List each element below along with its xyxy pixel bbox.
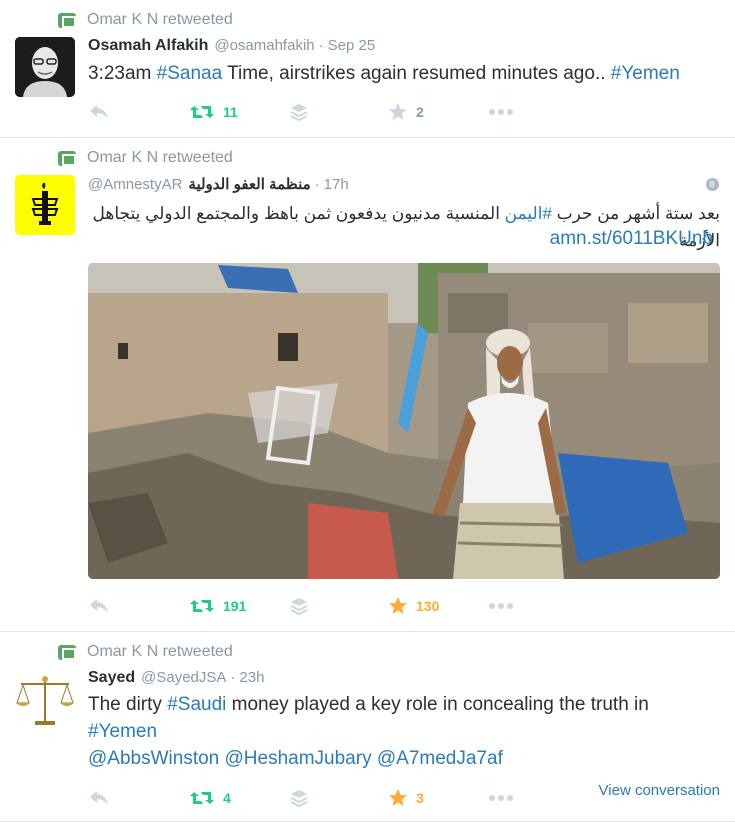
buffer-button[interactable]: [289, 595, 309, 617]
tweet-actions: 11 2: [88, 101, 528, 123]
tweet-photo[interactable]: [88, 263, 720, 579]
tweet-1[interactable]: Omar K N retweeted Osamah Alfakih @osama…: [0, 0, 735, 138]
more-button[interactable]: [488, 787, 514, 809]
username[interactable]: @SayedJSA: [141, 669, 226, 686]
more-button[interactable]: [488, 595, 514, 617]
fullname[interactable]: منظمة العفو الدولية: [188, 175, 310, 193]
tweet-text-line-2: #Yemen: [88, 718, 728, 745]
retweet-button[interactable]: 4: [189, 787, 231, 809]
timestamp[interactable]: 17h: [324, 176, 349, 193]
reply-icon: [90, 599, 108, 613]
amnesty-candle-logo: [15, 175, 75, 235]
favorite-count: 130: [416, 598, 440, 614]
hashtag-sanaa[interactable]: #Sanaa: [157, 63, 223, 84]
tweet-text-line-1: The dirty #Saudi money played a key role…: [88, 691, 728, 718]
retweet-context-icon: [58, 150, 76, 166]
favorite-count: 3: [416, 790, 424, 806]
retweeted-by-label[interactable]: Omar K N retweeted: [87, 149, 233, 167]
tweet-header: @AmnestyAR منظمة العفو الدولية · 17h: [88, 175, 349, 197]
more-icon: [489, 109, 513, 115]
retweet-context: Omar K N retweeted: [58, 10, 233, 30]
favorite-count: 2: [416, 104, 424, 120]
tweet-2[interactable]: Omar K N retweeted @AmnestyAR منظمة العف…: [0, 138, 735, 632]
buffer-button[interactable]: [289, 101, 309, 123]
fullname[interactable]: Osamah Alfakih: [88, 37, 208, 55]
more-icon: [489, 795, 513, 801]
retweet-count: 191: [223, 598, 247, 614]
avatar[interactable]: [15, 669, 75, 729]
tweet-text-part: money played a key role in concealing th…: [226, 694, 649, 715]
retweet-context-icon: [58, 12, 76, 28]
mention-a7medja7af[interactable]: @A7medJa7af: [377, 748, 503, 769]
tweet-actions: 191 130: [88, 595, 528, 617]
more-icon: [489, 603, 513, 609]
retweet-count: 4: [223, 790, 231, 806]
scales-of-justice-icon: [15, 669, 75, 729]
buffer-icon: [290, 790, 308, 808]
username[interactable]: @AmnestyAR: [88, 176, 182, 193]
hashtag-yemen[interactable]: #Yemen: [88, 721, 157, 742]
retweet-context-icon: [58, 644, 76, 660]
mention-heshamjubary[interactable]: @HeshamJubary: [225, 748, 372, 769]
star-icon: [389, 103, 407, 120]
tweet-text: The dirty #Saudi money played a key role…: [88, 691, 728, 772]
reply-icon: [90, 105, 108, 119]
timestamp[interactable]: Sep 25: [328, 37, 376, 54]
more-button[interactable]: [488, 101, 514, 123]
tweet-text-part: The dirty: [88, 694, 168, 715]
hashtag-yemen-arabic[interactable]: #اليمن: [505, 204, 552, 223]
separator: ·: [230, 669, 236, 686]
tweet-header: Sayed @SayedJSA · 23h: [88, 669, 264, 691]
star-icon: [389, 597, 407, 614]
favorite-button[interactable]: 2: [388, 101, 424, 123]
view-conversation-link[interactable]: View conversation: [599, 782, 720, 799]
buffer-icon: [290, 598, 308, 616]
separator: ·: [318, 37, 324, 54]
tweet-text-part: بعد ستة أشهر من حرب: [551, 204, 720, 223]
globe-icon[interactable]: [706, 178, 719, 191]
reply-icon: [90, 791, 108, 805]
divider: [0, 821, 735, 822]
timestamp[interactable]: 23h: [239, 669, 264, 686]
buffer-icon: [290, 104, 308, 122]
tweet-link[interactable]: amn.st/6011BKUnb: [550, 228, 713, 249]
buffer-button[interactable]: [289, 787, 309, 809]
retweeted-by-label[interactable]: Omar K N retweeted: [87, 643, 233, 661]
favorite-button[interactable]: 130: [388, 595, 439, 617]
tweet-header: Osamah Alfakih @osamahfakih · Sep 25: [88, 37, 375, 59]
retweet-count: 11: [223, 104, 238, 120]
favorite-button[interactable]: 3: [388, 787, 424, 809]
tweet-link-line: amn.st/6011BKUnb: [88, 225, 713, 252]
retweet-icon: [190, 792, 214, 804]
retweet-context: Omar K N retweeted: [58, 642, 233, 662]
tweet-text: 3:23am #Sanaa Time, airstrikes again res…: [88, 60, 728, 87]
star-icon: [389, 789, 407, 806]
avatar[interactable]: [15, 37, 75, 97]
reply-button[interactable]: [88, 101, 110, 123]
reply-button[interactable]: [88, 787, 110, 809]
tweet-text-line-3: @AbbsWinston @HeshamJubary @A7medJa7af: [88, 745, 728, 772]
hashtag-yemen[interactable]: #Yemen: [611, 63, 680, 84]
retweet-context: Omar K N retweeted: [58, 148, 233, 168]
retweeted-by-label[interactable]: Omar K N retweeted: [87, 11, 233, 29]
retweet-icon: [190, 106, 214, 118]
tweet-actions: 4 3: [88, 787, 528, 809]
tweet-text-part: Time, airstrikes again resumed minutes a…: [222, 63, 611, 84]
fullname[interactable]: Sayed: [88, 669, 135, 687]
tweet-text-part: 3:23am: [88, 63, 157, 84]
avatar[interactable]: [15, 175, 75, 235]
tweet-3[interactable]: Omar K N retweeted Sayed @SayedJSA · 23h…: [0, 632, 735, 823]
separator: ·: [314, 176, 320, 193]
mention-abbswinston[interactable]: @AbbsWinston: [88, 748, 219, 769]
reply-button[interactable]: [88, 595, 110, 617]
retweet-button[interactable]: 11: [189, 101, 238, 123]
hashtag-saudi[interactable]: #Saudi: [167, 694, 226, 715]
retweet-icon: [190, 600, 214, 612]
retweet-button[interactable]: 191: [189, 595, 246, 617]
username[interactable]: @osamahfakih: [214, 37, 314, 54]
